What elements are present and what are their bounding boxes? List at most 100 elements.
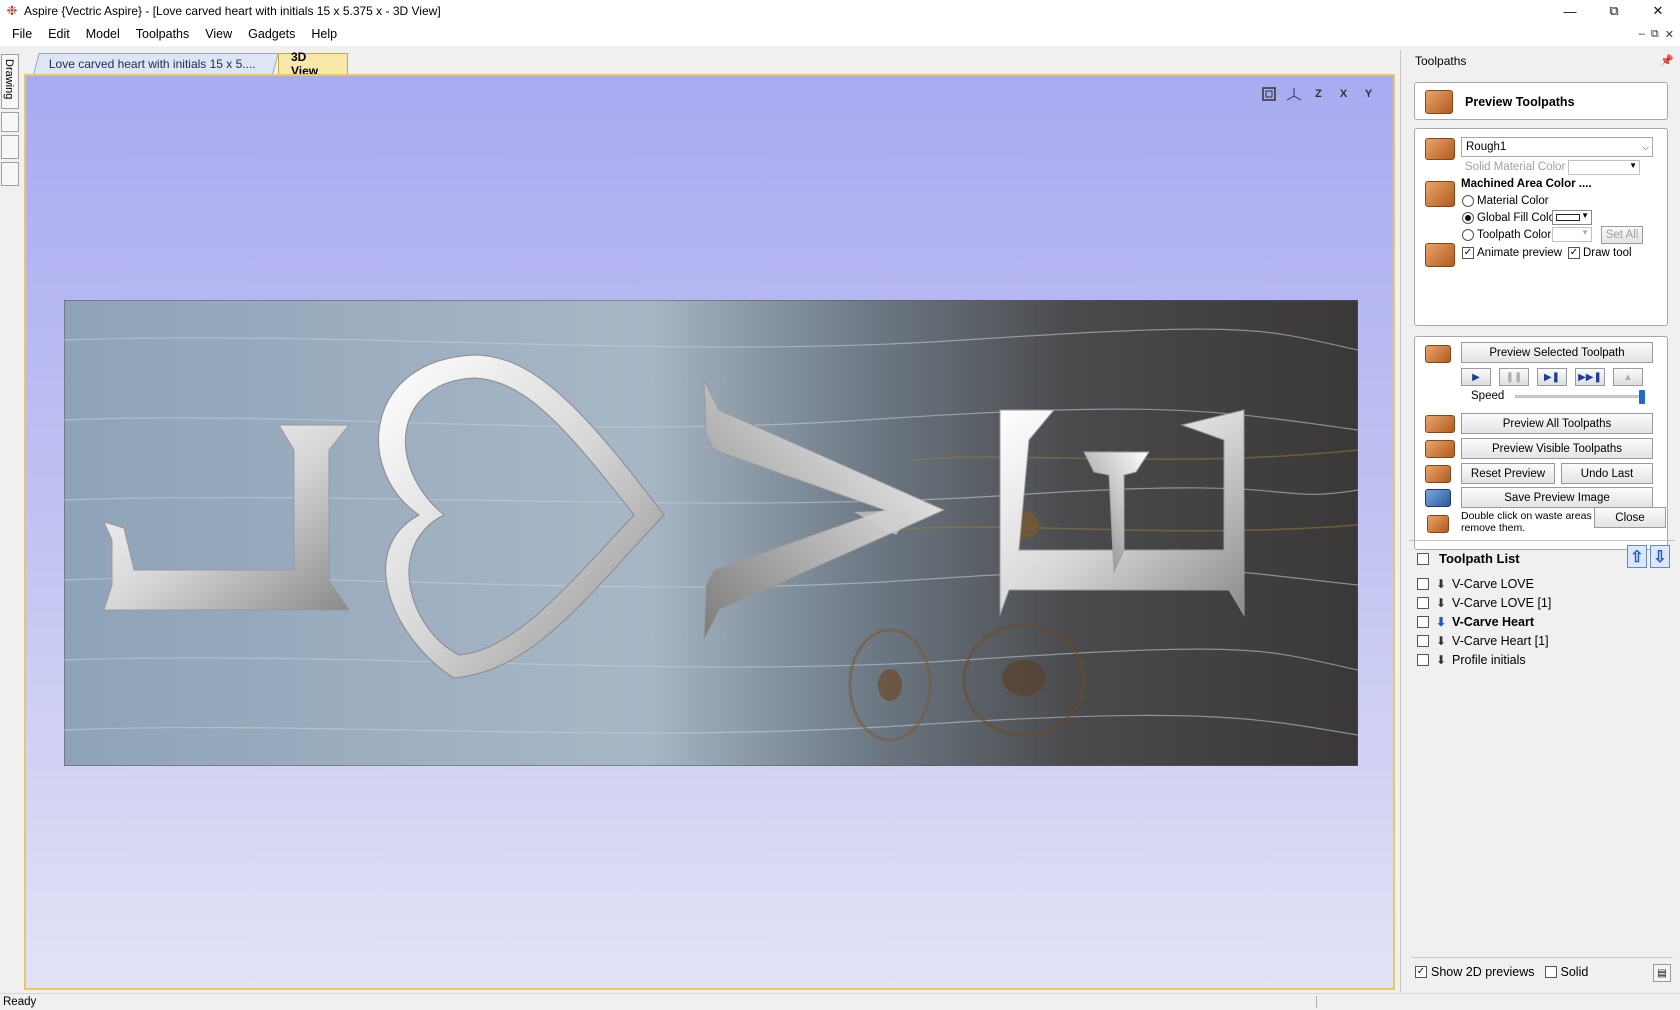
- toolpath-color-picker[interactable]: ▼: [1552, 227, 1592, 242]
- iso-view-icon[interactable]: [1283, 84, 1304, 104]
- material-select[interactable]: Rough1 ⌵: [1461, 137, 1653, 157]
- preview-visible-button[interactable]: Preview Visible Toolpaths: [1461, 438, 1653, 459]
- menu-model[interactable]: Model: [78, 27, 128, 41]
- vcarve-tool-icon: ⬇: [1435, 614, 1447, 629]
- restore-icon[interactable]: ⧉: [1592, 0, 1636, 22]
- reset-preview-button[interactable]: Reset Preview: [1461, 463, 1555, 484]
- status-separator: [1316, 996, 1317, 1008]
- menu-view[interactable]: View: [197, 27, 240, 41]
- material-select-value: Rough1: [1466, 141, 1507, 153]
- show-2d-previews-checkbox[interactable]: ✓: [1415, 965, 1427, 978]
- drawing-tab[interactable]: Drawing: [1, 54, 19, 109]
- tab-2d-document[interactable]: Love carved heart with initials 15 x 5..…: [33, 53, 279, 74]
- play-icon[interactable]: ▶: [1461, 368, 1491, 386]
- status-bar: Ready: [0, 993, 1680, 1010]
- global-fill-color-picker[interactable]: ▼: [1552, 210, 1592, 225]
- toolpath-name: V-Carve Heart [1]: [1452, 633, 1549, 648]
- toolpath-checkbox[interactable]: [1417, 653, 1429, 666]
- radio-material-color[interactable]: [1462, 195, 1474, 207]
- radio-toolpath-color[interactable]: [1462, 229, 1474, 241]
- left-panel-strip: Drawing: [0, 50, 20, 995]
- animate-preview-checkbox[interactable]: ✓: [1462, 247, 1474, 259]
- close-button[interactable]: Close: [1594, 507, 1666, 528]
- animate-preview-label: Animate preview: [1477, 247, 1563, 259]
- toolpath-row[interactable]: ⬇ Profile initials: [1417, 650, 1551, 669]
- toolpath-checkbox[interactable]: [1417, 596, 1429, 609]
- move-down-icon[interactable]: ⇩: [1650, 545, 1670, 568]
- divider: [1409, 540, 1675, 541]
- preview-all-icon: [1425, 415, 1455, 433]
- reset-icon: [1425, 465, 1451, 483]
- menu-gadgets[interactable]: Gadgets: [240, 27, 303, 41]
- title-bar: ❉ Aspire {Vectric Aspire} - [Love carved…: [0, 0, 1680, 22]
- toolpath-checkbox[interactable]: [1417, 577, 1429, 590]
- menu-help[interactable]: Help: [303, 27, 345, 41]
- toolpath-row[interactable]: ⬇ V-Carve LOVE [1]: [1417, 593, 1551, 612]
- left-tab-4[interactable]: [1, 162, 19, 186]
- toolpath-row[interactable]: ⬇ V-Carve LOVE: [1417, 574, 1551, 593]
- solid-material-color-picker[interactable]: ▼: [1568, 160, 1640, 175]
- preview-all-button[interactable]: Preview All Toolpaths: [1461, 413, 1653, 434]
- toolpath-row[interactable]: ⬇ V-Carve Heart [1]: [1417, 631, 1551, 650]
- tab-2d-document-label: Love carved heart with initials 15 x 5..…: [48, 57, 256, 71]
- save-preview-image-button[interactable]: Save Preview Image: [1461, 487, 1653, 508]
- radio-global-fill-color-label: Global Fill Color: [1477, 212, 1559, 224]
- toolpath-list-header: Toolpath List: [1417, 551, 1520, 566]
- skip-to-end-icon[interactable]: ▲: [1613, 368, 1643, 386]
- toolpath-list: ⬇ V-Carve LOVE ⬇ V-Carve LOVE [1] ⬇ V-Ca…: [1417, 574, 1551, 669]
- view-toolbar: Z X Y: [1258, 84, 1379, 104]
- minimize-icon[interactable]: —: [1548, 0, 1592, 22]
- pin-icon[interactable]: 📌: [1660, 54, 1674, 67]
- left-tab-3[interactable]: [1, 135, 19, 159]
- left-tab-2[interactable]: [1, 112, 19, 132]
- pause-icon[interactable]: ❚❚: [1499, 368, 1529, 386]
- menu-file[interactable]: File: [4, 27, 40, 41]
- 3d-view-canvas[interactable]: Z X Y: [24, 74, 1395, 990]
- menu-toolpaths[interactable]: Toolpaths: [128, 27, 198, 41]
- solid-checkbox[interactable]: [1544, 965, 1557, 978]
- close-icon[interactable]: ✕: [1636, 0, 1680, 22]
- preview-header: Preview Toolpaths: [1414, 82, 1668, 120]
- toolpaths-panel: Toolpaths 📌 Preview Toolpaths Rough1 ⌵ S…: [1400, 50, 1680, 992]
- set-all-button[interactable]: Set All: [1601, 226, 1643, 244]
- toolpath-list-select-all[interactable]: [1417, 552, 1429, 565]
- profile-tool-icon: ⬇: [1435, 652, 1447, 667]
- preview-title: Preview Toolpaths: [1465, 95, 1575, 109]
- mdi-restore-icon[interactable]: ⧉: [1651, 28, 1659, 41]
- vcarve-tool-icon: ⬇: [1435, 633, 1447, 648]
- preview-toolpaths-icon: [1425, 90, 1453, 114]
- preview-selected-button[interactable]: Preview Selected Toolpath: [1461, 342, 1653, 363]
- radio-global-fill-color[interactable]: [1462, 212, 1474, 224]
- speed-slider-track[interactable]: [1515, 395, 1643, 398]
- view-y-icon[interactable]: Y: [1358, 84, 1379, 104]
- tab-3d-view[interactable]: 3D View: [278, 50, 348, 78]
- toolpath-checkbox[interactable]: [1417, 615, 1429, 628]
- menu-edit[interactable]: Edit: [40, 27, 78, 41]
- undo-last-button[interactable]: Undo Last: [1561, 463, 1653, 484]
- view-x-icon[interactable]: X: [1333, 84, 1354, 104]
- preview-selected-icon: [1425, 345, 1451, 363]
- machined-area-icon: [1425, 181, 1455, 207]
- toolpath-name: V-Carve LOVE: [1452, 576, 1534, 591]
- menu-bar: File Edit Model Toolpaths View Gadgets H…: [0, 22, 1680, 46]
- view-z-icon[interactable]: Z: [1308, 84, 1329, 104]
- mdi-minimize-icon[interactable]: –: [1639, 28, 1645, 40]
- zoom-extents-icon[interactable]: [1258, 84, 1279, 104]
- step-icon[interactable]: ▶❚: [1537, 368, 1567, 386]
- toolpath-row-selected[interactable]: ⬇ V-Carve Heart: [1417, 612, 1551, 631]
- speed-slider-thumb[interactable]: [1639, 390, 1645, 404]
- draw-tool-checkbox[interactable]: ✓: [1568, 247, 1580, 259]
- mdi-close-icon[interactable]: ✕: [1665, 28, 1674, 41]
- toolpath-checkbox[interactable]: [1417, 634, 1429, 647]
- toolpath-name: V-Carve Heart: [1452, 614, 1534, 629]
- fast-forward-icon[interactable]: ▶▶❚: [1575, 368, 1605, 386]
- solid-material-color-label: Solid Material Color: [1465, 161, 1566, 173]
- solid-label: Solid: [1560, 964, 1589, 979]
- chevron-down-icon: ▼: [1581, 211, 1589, 220]
- list-options-icon[interactable]: ▤: [1653, 964, 1671, 982]
- show-2d-previews-label: Show 2D previews: [1431, 964, 1535, 979]
- toolpath-name: Profile initials: [1452, 652, 1526, 667]
- window-controls: — ⧉ ✕: [1548, 0, 1680, 22]
- move-up-icon[interactable]: ⇧: [1627, 545, 1647, 568]
- waste-area-icon: [1427, 515, 1449, 533]
